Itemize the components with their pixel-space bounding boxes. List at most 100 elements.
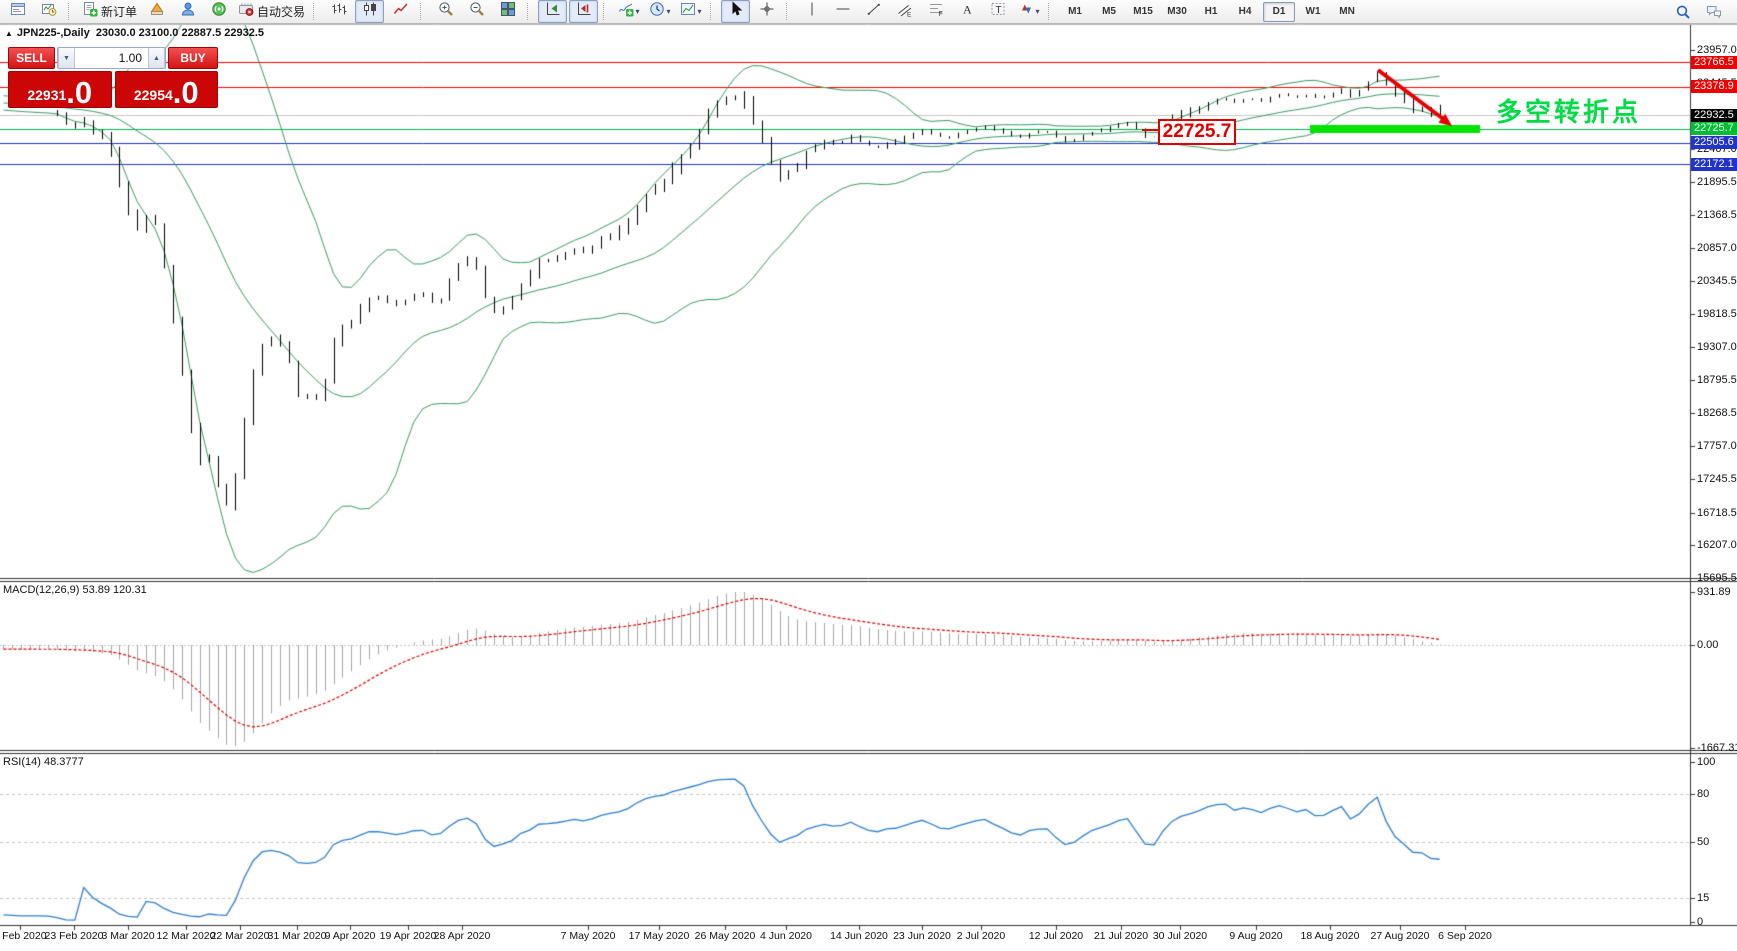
auto-scroll-icon[interactable] [538, 0, 568, 23]
dropdown-arrow-icon[interactable]: ▾ [667, 7, 671, 16]
price-level-label: 23378.9 [1691, 80, 1737, 94]
tile-windows-icon[interactable] [493, 0, 522, 23]
new-order-button [82, 1, 98, 22]
tile-windows-icon [500, 1, 516, 22]
date-tick-label: 28 Apr 2020 [433, 930, 491, 942]
label-icon[interactable]: T [983, 0, 1012, 23]
terminal-icon[interactable] [3, 0, 32, 23]
trendline-icon [866, 1, 882, 22]
zoom-out-icon [469, 1, 485, 22]
volume-increase-button[interactable]: ▲ [148, 48, 165, 68]
buy-price[interactable]: 22954.0 [114, 71, 218, 108]
timeframe-w1-button[interactable]: W1 [1297, 2, 1329, 22]
sell-price-main: 22931 [27, 87, 67, 103]
price-tick-label: 16718.5 [1697, 506, 1737, 519]
line-chart-icon [393, 1, 409, 22]
symbol-period-label: JPN225-,Daily [16, 27, 90, 39]
periods-icon [649, 1, 665, 22]
vertical-line-icon [804, 1, 820, 22]
search-icon[interactable] [1668, 0, 1697, 23]
price-tick-label: 18795.5 [1697, 373, 1737, 386]
timeframe-m15-button[interactable]: M15 [1127, 2, 1159, 22]
timeframe-m30-button[interactable]: M30 [1161, 2, 1193, 22]
date-tick-label: 2 Jul 2020 [956, 930, 1006, 942]
dropdown-arrow-icon[interactable]: ▾ [1036, 7, 1040, 16]
price-tick-label: 17757.0 [1697, 440, 1737, 453]
date-tick-label: 12 Jul 2020 [1028, 930, 1084, 942]
date-tick-label: 6 Sep 2020 [1438, 930, 1492, 942]
dropdown-arrow-icon[interactable]: ▾ [636, 7, 640, 16]
strategy-tester-icon[interactable] [34, 0, 63, 23]
autotrading-button[interactable]: 自动交易 [235, 0, 308, 23]
toolbar-separator [710, 3, 716, 20]
new-order-button[interactable]: 新订单 [79, 0, 140, 23]
dropdown-arrow-icon[interactable]: ▾ [698, 7, 702, 16]
toolbar-separator [313, 3, 319, 20]
date-tick-label: 4 Jun 2020 [760, 930, 812, 942]
metaeditor-icon[interactable] [142, 0, 171, 23]
rsi-axis-label: 0 [1697, 916, 1704, 928]
horizontal-line-icon[interactable] [828, 0, 857, 23]
collapse-icon[interactable]: ▲ [5, 29, 13, 38]
rsi-axis-label: 100 [1697, 756, 1716, 768]
chat-icon[interactable] [1699, 0, 1728, 23]
rsi-axis-label: 50 [1697, 836, 1710, 848]
timeframe-mn-button[interactable]: MN [1331, 2, 1363, 22]
price-flag-annotation[interactable]: 22725.7 [1158, 119, 1236, 145]
indicators-icon[interactable]: ▾ [614, 0, 643, 23]
price-level-label: 22725.7 [1691, 122, 1737, 136]
cursor-icon[interactable] [721, 0, 751, 23]
text-icon[interactable]: A [952, 0, 981, 23]
zoom-out-icon[interactable] [462, 0, 491, 23]
volume-stepper: ▼ ▲ [57, 47, 166, 69]
price-tick-label: 21368.5 [1697, 209, 1737, 222]
text-icon: A [959, 1, 975, 22]
volume-input[interactable] [75, 48, 148, 68]
macd-axis-label: 931.89 [1697, 586, 1731, 598]
toolbar-separator [1048, 3, 1054, 20]
line-chart-icon[interactable] [386, 0, 415, 23]
candlestick-chart-icon[interactable] [355, 0, 385, 23]
templates-icon[interactable]: ▾ [676, 0, 705, 23]
fibonacci-icon[interactable]: F [921, 0, 950, 23]
signals-icon [211, 1, 227, 22]
periods-icon[interactable]: ▾ [645, 0, 674, 23]
price-tick-label: 20857.0 [1697, 242, 1737, 255]
zoom-in-icon[interactable] [431, 0, 460, 23]
price-flag-dash [1142, 129, 1158, 131]
timeframe-m1-button[interactable]: M1 [1059, 2, 1091, 22]
arrows-icon [1018, 1, 1034, 22]
strategy-tester-icon [41, 1, 57, 22]
arrows-icon[interactable]: ▾ [1014, 0, 1043, 23]
vertical-line-icon[interactable] [797, 0, 826, 23]
autotrading-button [238, 1, 254, 22]
trendline-icon[interactable] [859, 0, 888, 23]
chart-canvas[interactable] [0, 0, 1737, 951]
date-tick-label: 27 Aug 2020 [1370, 930, 1430, 942]
chart-symbol-line: ▲ JPN225-,Daily 23030.0 23100.0 22887.5 2… [5, 27, 264, 39]
price-tick-label: 18268.5 [1697, 407, 1737, 420]
price-level-label: 22172.1 [1691, 157, 1737, 171]
date-tick-label: 7 May 2020 [560, 930, 616, 942]
ohlc-values: 23030.0 23100.0 22887.5 22932.5 [95, 27, 265, 39]
sell-button[interactable]: SELL [8, 47, 55, 69]
signals-icon[interactable] [204, 0, 233, 23]
timeframe-h1-button[interactable]: H1 [1195, 2, 1227, 22]
svg-text:E: E [907, 12, 912, 18]
timeframe-d1-button[interactable]: D1 [1263, 1, 1296, 22]
community-icon[interactable] [173, 0, 202, 23]
chart-shift-icon[interactable] [569, 0, 599, 23]
timeframe-h4-button[interactable]: H4 [1229, 2, 1261, 22]
price-tick-label: 19307.0 [1697, 341, 1737, 354]
metaeditor-icon [149, 1, 165, 22]
turning-point-annotation[interactable]: 多空转折点 [1496, 92, 1641, 129]
crosshair-icon[interactable] [752, 0, 781, 23]
channel-icon[interactable]: E [890, 0, 919, 23]
sell-price[interactable]: 22931.0 [8, 71, 112, 108]
price-level-label: 23766.5 [1691, 55, 1737, 69]
timeframe-m5-button[interactable]: M5 [1093, 2, 1125, 22]
buy-button[interactable]: BUY [168, 47, 218, 69]
volume-decrease-button[interactable]: ▼ [58, 48, 75, 68]
bar-chart-icon[interactable] [324, 0, 353, 23]
cursor-icon [728, 1, 744, 22]
